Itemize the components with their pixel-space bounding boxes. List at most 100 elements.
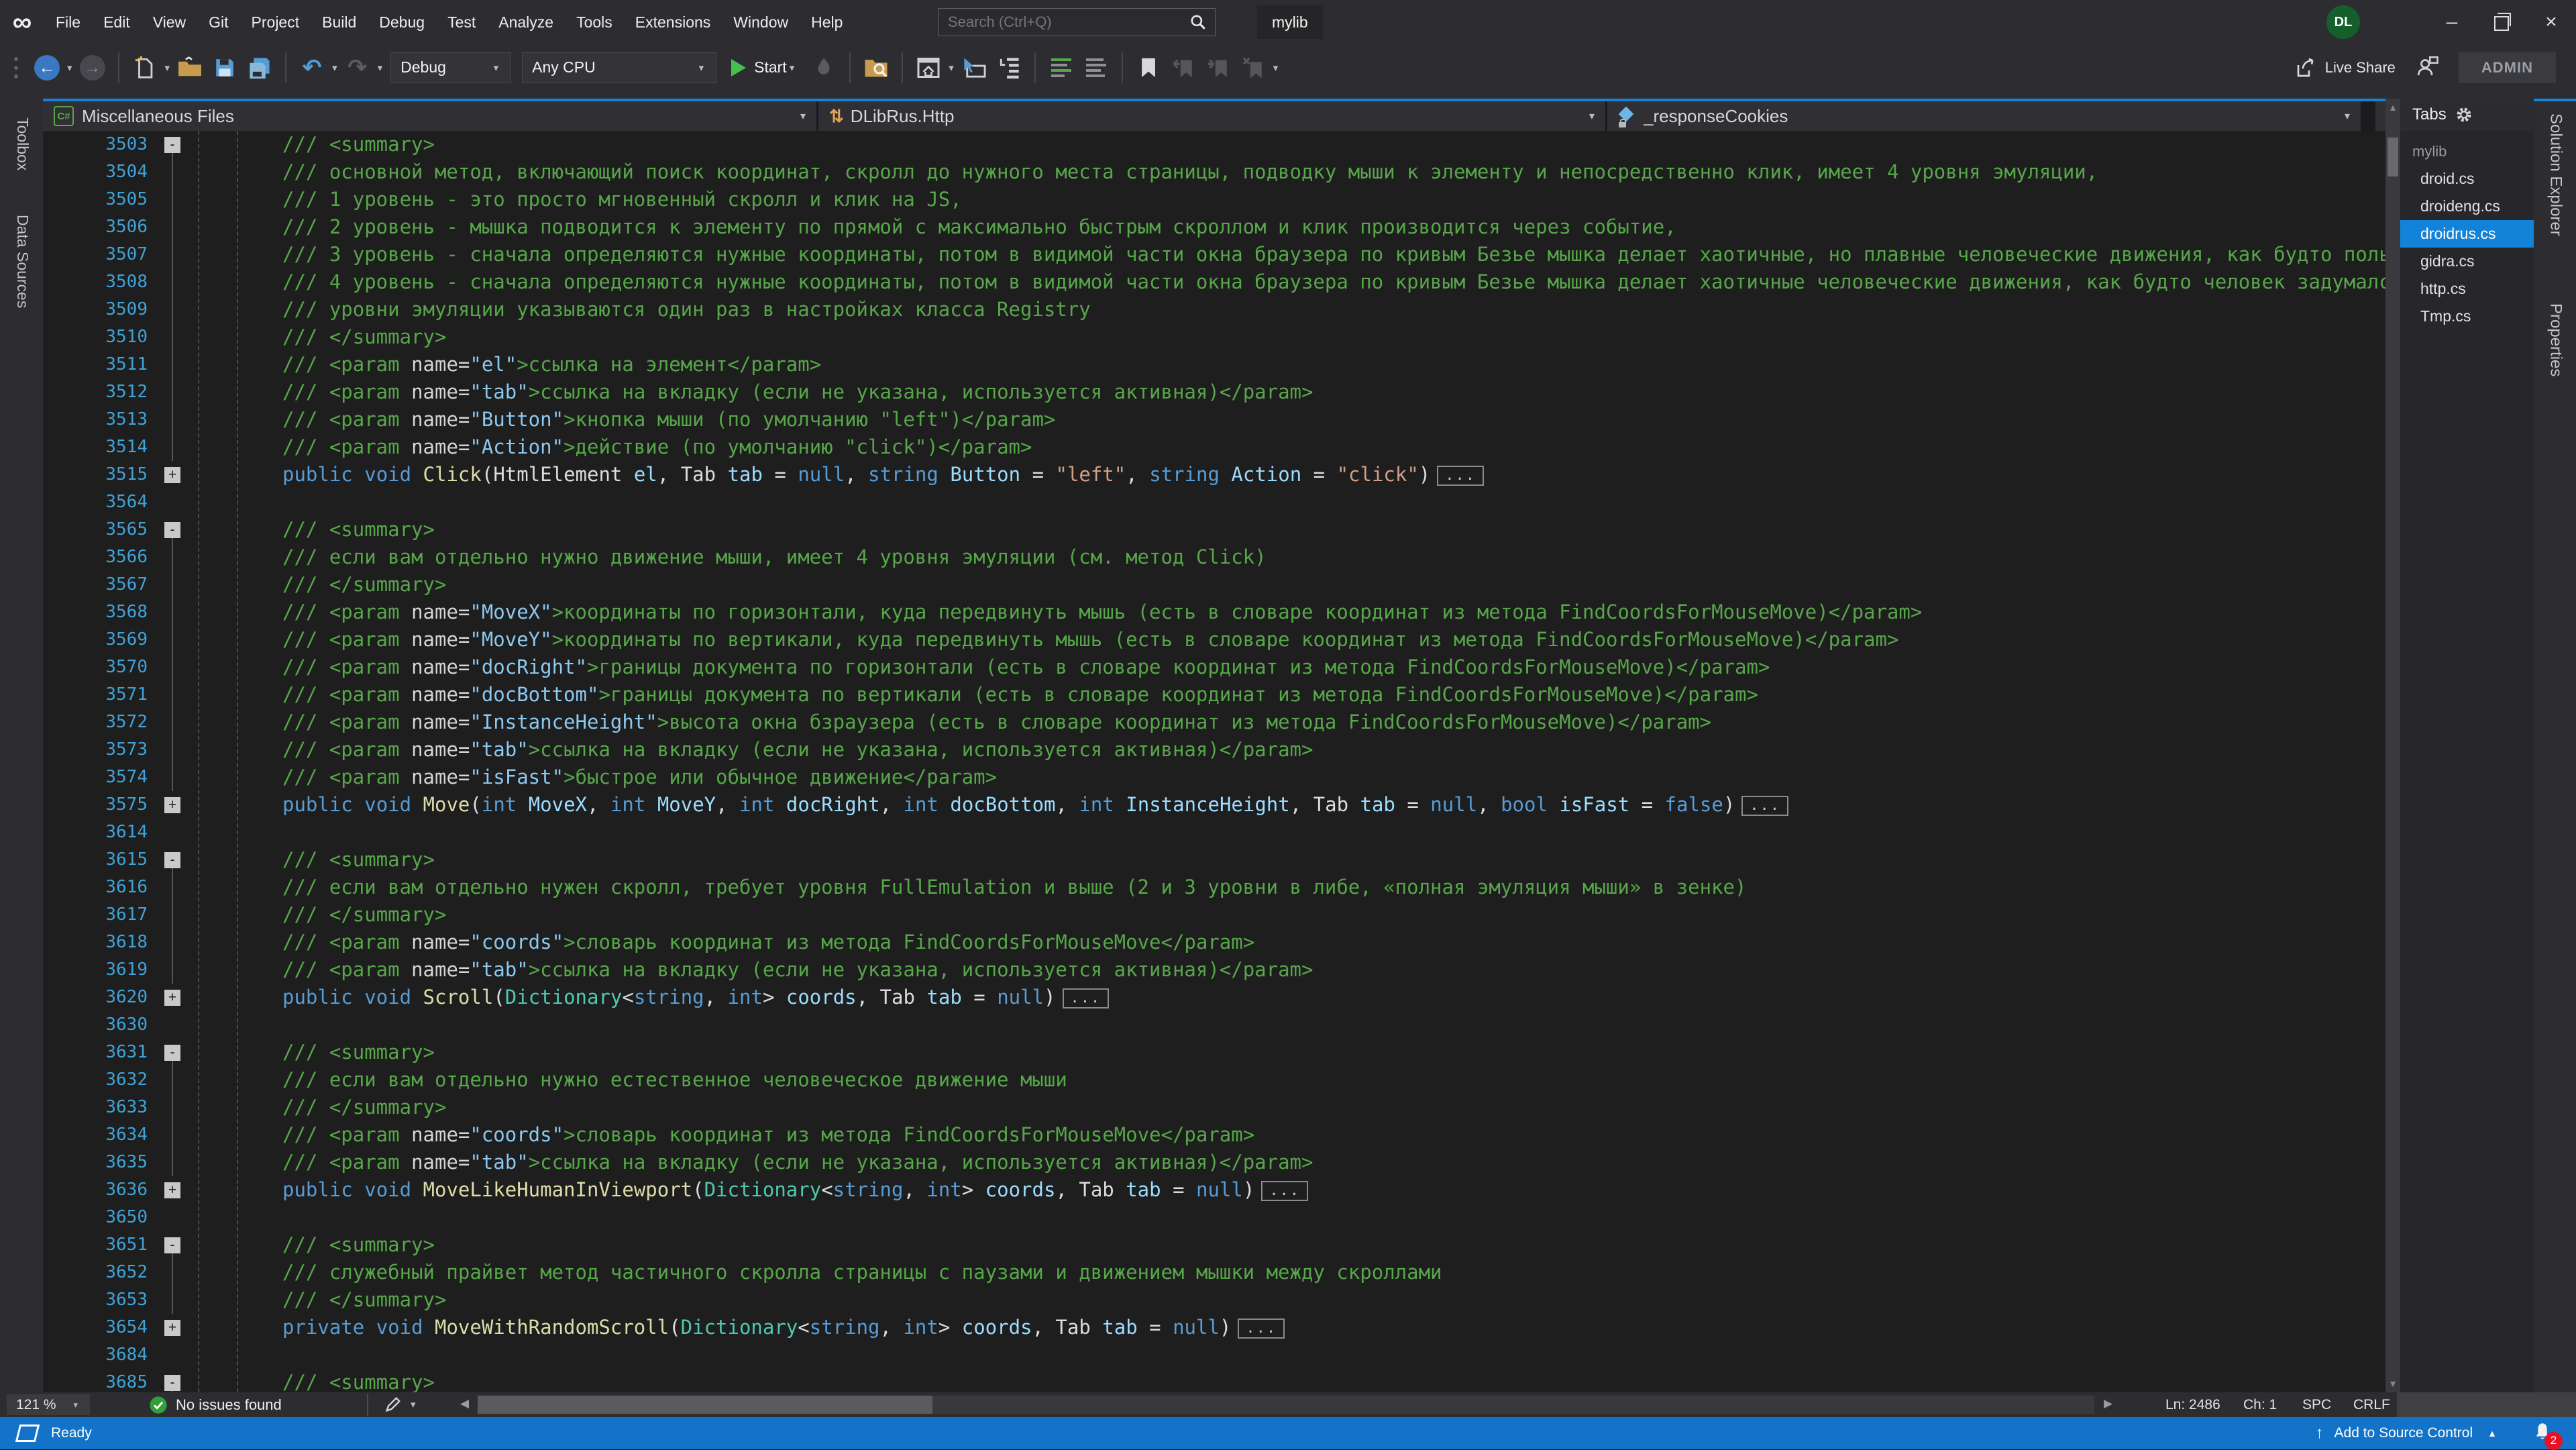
code-line[interactable]: 3506 /// 2 уровень - мышка подводится к э… [43, 213, 2385, 241]
code-text[interactable]: /// 2 уровень - мышка подводится к элеме… [189, 213, 1676, 241]
code-line[interactable]: 3632 /// если вам отдельно нужно естестве… [43, 1066, 2385, 1094]
restore-button[interactable] [2477, 0, 2526, 44]
code-text[interactable]: /// <param name="Action">действие (по ум… [189, 433, 1032, 461]
code-line[interactable]: 3508 /// 4 уровень - сначала определяются… [43, 268, 2385, 296]
fold-toggle[interactable]: + [164, 1182, 180, 1198]
code-text[interactable]: /// <summary> [189, 846, 435, 874]
code-line[interactable]: 3515 + public void Click(HtmlElement el, T… [43, 461, 2385, 488]
code-line[interactable]: 3512 /// <param name="tab">ссылка на вкла… [43, 378, 2385, 406]
navigate-back-dropdown[interactable]: ▾ [67, 62, 72, 74]
code-text[interactable]: /// 4 уровень - сначала определяются нуж… [189, 268, 2385, 296]
add-to-source-control-button[interactable]: Add to Source Control [2334, 1425, 2473, 1441]
minimize-button[interactable]: – [2427, 0, 2477, 44]
menu-build[interactable]: Build [311, 0, 368, 44]
code-line[interactable]: 3573 /// <param name="tab">ссылка на вкла… [43, 736, 2385, 764]
menu-analyze[interactable]: Analyze [487, 0, 565, 44]
code-line[interactable]: 3564 [43, 488, 2385, 516]
menu-view[interactable]: View [142, 0, 197, 44]
menu-edit[interactable]: Edit [92, 0, 142, 44]
undo-dropdown[interactable]: ▾ [332, 62, 337, 74]
code-line[interactable]: 3509 /// уровни эмуляции указываются один… [43, 296, 2385, 323]
feedback-person-icon[interactable] [2416, 55, 2438, 80]
line-indicator[interactable]: Ln: 2486 [2165, 1392, 2220, 1417]
code-text[interactable]: /// <summary> [189, 131, 435, 158]
menu-tools[interactable]: Tools [565, 0, 624, 44]
fold-toggle[interactable]: + [164, 797, 180, 813]
code-line[interactable]: 3567 /// </summary> [43, 571, 2385, 599]
previous-bookmark-button[interactable] [1169, 52, 1198, 84]
code-text[interactable]: /// служебный прайвет метод частичного с… [189, 1259, 1442, 1286]
toolbar-drag-handle[interactable] [12, 54, 20, 81]
line-ending-indicator[interactable]: CRLF [2353, 1392, 2390, 1417]
comment-lines-icon[interactable] [1046, 52, 1076, 84]
code-line[interactable]: 3652 /// служебный прайвет метод частично… [43, 1259, 2385, 1286]
code-text[interactable]: /// уровни эмуляции указываются один раз… [189, 296, 1091, 323]
scroll-down-arrow[interactable]: ▼ [2385, 1375, 2400, 1392]
horizontal-scrollbar-thumb[interactable] [478, 1396, 932, 1414]
toggle-bookmark-button[interactable] [1134, 52, 1163, 84]
menu-test[interactable]: Test [436, 0, 487, 44]
side-tab-data-sources[interactable]: Data Sources [11, 197, 32, 325]
menu-window[interactable]: Window [722, 0, 800, 44]
code-text[interactable]: /// </summary> [189, 901, 446, 929]
code-line[interactable]: 3575 + public void Move(int MoveX, int Mov… [43, 791, 2385, 819]
side-tab-toolbox[interactable]: Toolbox [11, 100, 32, 188]
code-text[interactable]: /// если вам отдельно нужно движение мыш… [189, 543, 1267, 571]
navigate-to-cursor-icon[interactable] [959, 52, 989, 84]
live-share-button[interactable]: Live Share [2296, 57, 2396, 78]
fold-toggle[interactable]: + [164, 990, 180, 1006]
fold-toggle[interactable]: + [164, 467, 180, 483]
code-line[interactable]: 3503-/// <summary> [43, 131, 2385, 158]
code-line[interactable]: 3654 + private void MoveWithRandomScroll(D… [43, 1314, 2385, 1341]
vertical-scrollbar[interactable]: ▲ ▼ [2385, 99, 2400, 1392]
code-text[interactable]: /// </summary> [189, 571, 446, 599]
code-text[interactable]: /// <param name="Button">кнопка мыши (по… [189, 406, 1055, 433]
file-item-droid.cs[interactable]: droid.cs [2400, 165, 2534, 193]
code-text[interactable]: /// <param name="docBottom">границы доку… [189, 681, 1758, 709]
code-text[interactable] [189, 1011, 282, 1039]
navigate-back-button[interactable]: ← [32, 52, 62, 84]
code-line[interactable]: 3631-/// <summary> [43, 1039, 2385, 1066]
file-item-http.cs[interactable]: http.cs [2400, 275, 2534, 303]
menu-extensions[interactable]: Extensions [624, 0, 722, 44]
menu-help[interactable]: Help [800, 0, 854, 44]
code-text[interactable]: /// если вам отдельно нужен скролл, треб… [189, 874, 1746, 901]
horizontal-scrollbar[interactable] [478, 1396, 2094, 1414]
file-item-Tmp.cs[interactable]: Tmp.cs [2400, 303, 2534, 330]
code-line[interactable]: 3653 /// </summary> [43, 1286, 2385, 1314]
configuration-select[interactable]: Debug ▾ [390, 52, 512, 83]
profiler-flame-icon[interactable] [809, 52, 839, 84]
member-dropdown[interactable]: _responseCookies ▾ [1607, 101, 2361, 131]
code-text[interactable]: /// <param name="coords">словарь координ… [189, 1121, 1254, 1149]
code-text[interactable]: /// <param name="MoveX">координаты по го… [189, 599, 1922, 626]
bookmark-dropdown[interactable]: ▾ [1273, 62, 1279, 74]
gear-icon[interactable] [2456, 107, 2472, 123]
code-text[interactable]: /// <param name="isFast">быстрое или обы… [189, 764, 997, 791]
code-line[interactable]: 3505 /// 1 уровень - это просто мгновенны… [43, 186, 2385, 213]
code-text[interactable]: /// 1 уровень - это просто мгновенный ск… [189, 186, 962, 213]
browse-home-button[interactable] [914, 52, 943, 84]
code-line[interactable]: 3507 /// 3 уровень - сначала определяются… [43, 241, 2385, 268]
start-dropdown[interactable]: ▾ [790, 62, 795, 74]
code-text[interactable]: public void Move(int MoveX, int MoveY, i… [189, 791, 1789, 819]
start-debug-button[interactable]: Start ▾ [731, 58, 797, 76]
zoom-select[interactable]: 121 % ▾ [7, 1394, 91, 1415]
next-bookmark-button[interactable] [1203, 52, 1233, 84]
code-line[interactable]: 3685-/// <summary> [43, 1369, 2385, 1392]
close-button[interactable]: × [2526, 0, 2576, 44]
redo-button[interactable]: ↷ [343, 52, 372, 84]
code-text[interactable]: /// если вам отдельно нужно естественное… [189, 1066, 1067, 1094]
code-line[interactable]: 3570 /// <param name="docRight">границы д… [43, 654, 2385, 681]
code-text[interactable]: public void Scroll(Dictionary<string, in… [189, 984, 1110, 1011]
fold-toggle[interactable]: - [164, 1237, 180, 1253]
search-box[interactable] [938, 8, 1216, 36]
clear-bookmarks-button[interactable] [1238, 52, 1268, 84]
code-line[interactable]: 3636 + public void MoveLikeHumanInViewport… [43, 1176, 2385, 1204]
code-text[interactable]: /// <param name="MoveY">координаты по ве… [189, 626, 1898, 654]
code-editor[interactable]: 3503-/// <summary> 3504/// основной метод… [43, 131, 2385, 1392]
code-text[interactable]: /// </summary> [189, 1286, 446, 1314]
code-text[interactable]: /// </summary> [189, 323, 446, 351]
scroll-right-arrow[interactable]: ▶ [2104, 1397, 2112, 1410]
file-item-gidra.cs[interactable]: gidra.cs [2400, 248, 2534, 275]
code-line[interactable]: 3572 /// <param name="InstanceHeight">выс… [43, 709, 2385, 736]
